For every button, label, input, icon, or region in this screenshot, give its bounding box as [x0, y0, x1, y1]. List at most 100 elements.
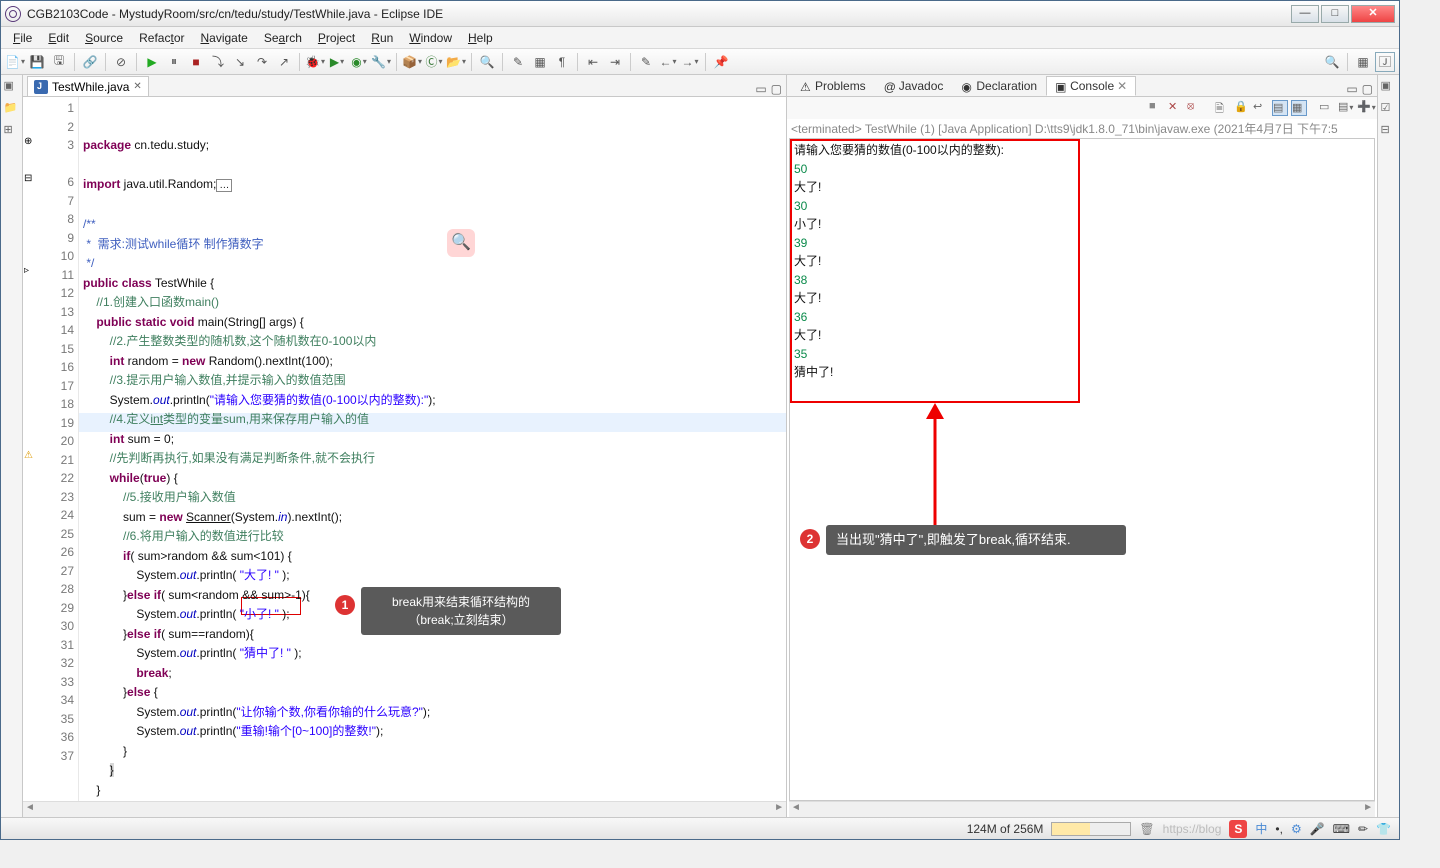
restore-icon[interactable]: ▣: [4, 79, 20, 95]
show-whitespace-button[interactable]: ¶: [552, 52, 572, 72]
toggle-block-button[interactable]: ▦: [530, 52, 550, 72]
menu-edit[interactable]: Edit: [40, 29, 77, 47]
tab-console[interactable]: ▣Console ✕: [1046, 76, 1136, 96]
new-java-dropdown[interactable]: 📦: [402, 52, 422, 72]
pin-button[interactable]: 📌: [711, 52, 731, 72]
editor-tab-testwhile[interactable]: TestWhile.java ✕: [27, 76, 149, 96]
last-edit-button[interactable]: ✎: [636, 52, 656, 72]
maximize-button[interactable]: □: [1321, 5, 1349, 23]
back-button[interactable]: ←: [658, 52, 678, 72]
open-console-dropdown[interactable]: ▤: [1338, 100, 1354, 116]
save-all-button[interactable]: 🖫: [49, 52, 69, 72]
view-maximize-icon[interactable]: ▢: [1362, 82, 1373, 96]
code-editor[interactable]: ⊕ ⊟ ▹ ⚠ 12367891011121314151617181920212…: [23, 97, 786, 801]
menu-window[interactable]: Window: [401, 29, 460, 47]
forward-button[interactable]: →: [680, 52, 700, 72]
suspend-button[interactable]: ⏸: [164, 52, 184, 72]
open-type-button[interactable]: 📂: [446, 52, 466, 72]
debug-dropdown[interactable]: 🐞: [305, 52, 325, 72]
resume-button[interactable]: ▶: [142, 52, 162, 72]
editor-hscroll[interactable]: [23, 801, 786, 817]
external-tools-dropdown[interactable]: 🔧: [371, 52, 391, 72]
menu-search[interactable]: Search: [256, 29, 310, 47]
terminate-console-button[interactable]: ■: [1149, 100, 1165, 116]
menu-navigate[interactable]: Navigate: [192, 29, 255, 47]
save-button[interactable]: 💾: [27, 52, 47, 72]
step-into-button[interactable]: ↘: [230, 52, 250, 72]
new-console-dropdown[interactable]: ➕: [1357, 100, 1373, 116]
ime-icon[interactable]: S: [1229, 820, 1247, 838]
remove-launch-button[interactable]: ✕: [1168, 100, 1184, 116]
gc-button[interactable]: 🗑: [1139, 822, 1154, 836]
view-minimize-icon[interactable]: ▭: [1346, 82, 1357, 96]
word-wrap-button[interactable]: ↩: [1253, 100, 1269, 116]
tab-close-icon[interactable]: ✕: [133, 81, 141, 92]
tab-javadoc[interactable]: @Javadoc: [875, 76, 953, 96]
tray-icon-6[interactable]: ✏: [1358, 822, 1368, 836]
tray-icon-1[interactable]: 中: [1255, 820, 1267, 837]
arrow-icon: [920, 403, 950, 533]
memory-bar[interactable]: [1051, 822, 1131, 836]
code-body[interactable]: package cn.tedu.study; import java.util.…: [79, 97, 786, 801]
console-output[interactable]: 请输入您要猜的数值(0-100以内的整数): 50 大了! 30 小了! 39 …: [789, 138, 1375, 801]
task-list-icon[interactable]: ☑: [1381, 101, 1397, 117]
menu-source[interactable]: Source: [77, 29, 131, 47]
display-selected-button[interactable]: ▭: [1319, 100, 1335, 116]
run-marker-icon[interactable]: ▹: [24, 265, 36, 277]
console-close-icon[interactable]: ✕: [1117, 79, 1127, 93]
toggle-mark-button[interactable]: ✎: [508, 52, 528, 72]
menu-refactor[interactable]: Refactor: [131, 29, 192, 47]
right-panel: ⚠Problems @Javadoc ◉Declaration ▣Console…: [787, 75, 1377, 817]
disconnect-button[interactable]: ⤵: [208, 52, 228, 72]
menu-file[interactable]: FFileile: [5, 29, 40, 47]
marker-column: ⊕ ⊟ ▹ ⚠: [23, 97, 37, 801]
pin-console-button[interactable]: ▦: [1291, 100, 1307, 116]
java-file-icon: [34, 80, 48, 94]
search-button[interactable]: 🔍: [477, 52, 497, 72]
next-annotation-button[interactable]: ⇥: [605, 52, 625, 72]
minimize-view-icon[interactable]: ▭: [755, 82, 766, 96]
editor-panel: TestWhile.java ✕ ▭ ▢ ⊕ ⊟ ▹ ⚠ 12367891011…: [23, 75, 787, 817]
quick-access-button[interactable]: 🔍: [1322, 52, 1342, 72]
warning-marker-icon[interactable]: ⚠: [24, 450, 36, 462]
coverage-dropdown[interactable]: ◉: [349, 52, 369, 72]
clear-console-button[interactable]: 🗎: [1215, 100, 1231, 116]
close-button[interactable]: ✕: [1351, 5, 1395, 23]
menu-help[interactable]: Help: [460, 29, 501, 47]
new-button[interactable]: 📄: [5, 52, 25, 72]
tab-problems[interactable]: ⚠Problems: [791, 76, 875, 96]
type-hierarchy-icon[interactable]: ⊞: [4, 123, 20, 139]
eclipse-window: CGB2103Code - MystudyRoom/src/cn/tedu/st…: [0, 0, 1400, 840]
tray-icon-4[interactable]: 🎤: [1310, 822, 1325, 836]
run-dropdown[interactable]: ▶: [327, 52, 347, 72]
step-return-button[interactable]: ↗: [274, 52, 294, 72]
maximize-view-icon[interactable]: ▢: [771, 82, 782, 96]
restore-right-icon[interactable]: ▣: [1381, 79, 1397, 95]
menu-run[interactable]: Run: [363, 29, 401, 47]
debug-skip-button[interactable]: ⊘: [111, 52, 131, 72]
terminate-button[interactable]: ■: [186, 52, 206, 72]
tray-icon-5[interactable]: ⌨: [1333, 822, 1350, 836]
show-console-button[interactable]: ▤: [1272, 100, 1288, 116]
package-explorer-icon[interactable]: 📁: [4, 101, 20, 117]
remove-all-button[interactable]: ⦻: [1187, 100, 1203, 116]
new-class-dropdown[interactable]: Ⓒ: [424, 52, 444, 72]
minimize-button[interactable]: —: [1291, 5, 1319, 23]
import-marker-icon[interactable]: ⊕: [24, 136, 36, 148]
fold-marker-icon[interactable]: ⊟: [24, 173, 36, 185]
scroll-lock-button[interactable]: 🔒: [1234, 100, 1250, 116]
perspective-button[interactable]: ▦: [1353, 52, 1373, 72]
toggle-breadcrumb-button[interactable]: 🔗: [80, 52, 100, 72]
menu-project[interactable]: Project: [310, 29, 363, 47]
search-overlay-icon[interactable]: 🔍: [447, 229, 475, 257]
window-title: CGB2103Code - MystudyRoom/src/cn/tedu/st…: [27, 7, 1291, 21]
console-hscroll[interactable]: [789, 801, 1375, 817]
tray-icon-7[interactable]: 👕: [1376, 822, 1391, 836]
tray-icon-2[interactable]: •,: [1275, 822, 1283, 836]
java-perspective-button[interactable]: 🄹: [1375, 52, 1395, 72]
step-over-button[interactable]: ↷: [252, 52, 272, 72]
prev-annotation-button[interactable]: ⇤: [583, 52, 603, 72]
tray-icon-3[interactable]: ⚙: [1291, 822, 1302, 836]
outline-icon[interactable]: ⊟: [1381, 123, 1397, 139]
tab-declaration[interactable]: ◉Declaration: [952, 76, 1046, 96]
